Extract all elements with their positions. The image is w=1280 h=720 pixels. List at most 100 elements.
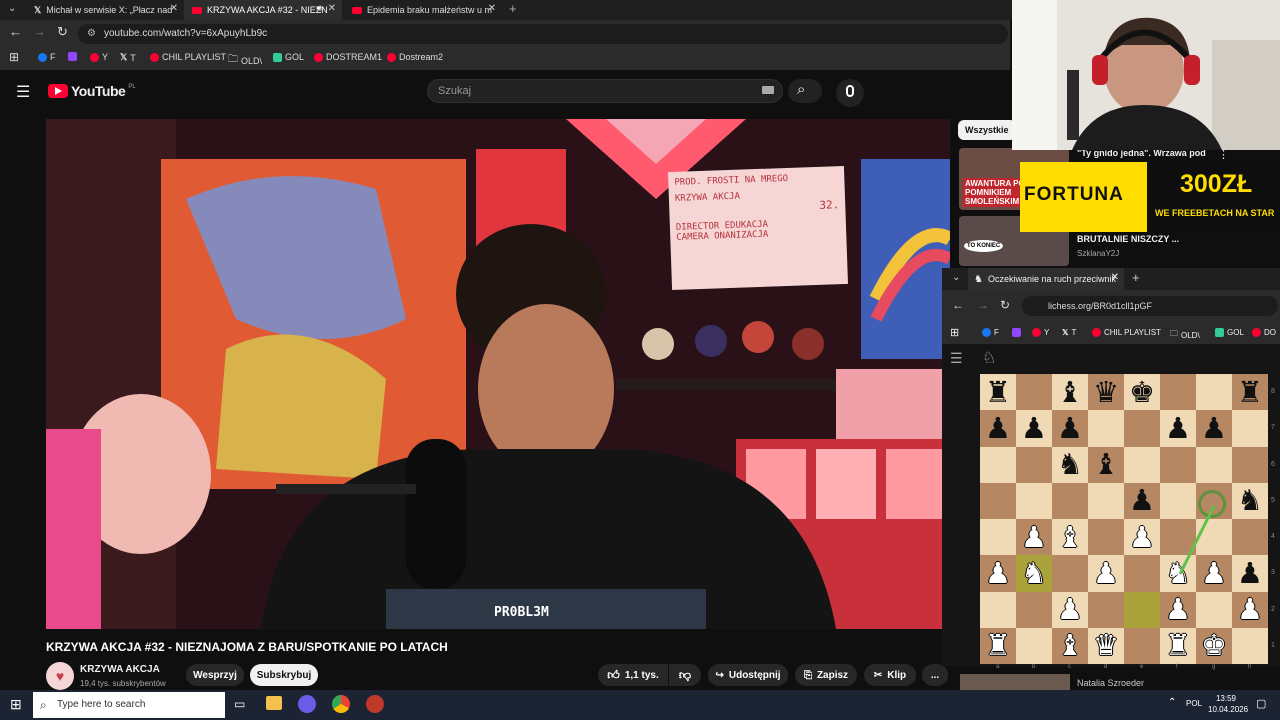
square-g1[interactable]: ♚ [1196,627,1232,664]
back-arrow-icon[interactable]: ← [9,24,22,39]
square-h3[interactable]: ♟ [1232,555,1268,592]
bookmark-dostream2[interactable]: Dostream2 [387,52,443,62]
square-e7[interactable] [1124,410,1160,447]
white-king-icon[interactable]: ♚ [1201,631,1227,660]
bookmark-twitch[interactable] [68,52,77,61]
square-d8[interactable]: ♛ [1088,374,1124,411]
bookmark-gol[interactable]: GOL [273,52,304,62]
square-c7[interactable]: ♟ [1052,410,1088,447]
white-pawn-icon[interactable]: ♟ [1057,595,1083,624]
square-h7[interactable] [1232,410,1268,447]
close-tab-icon[interactable]: ✕ [170,3,178,14]
fortuna-ad-banner[interactable]: FORTUNA 300ZŁ WE FREEBETACH NA STAR [1020,162,1280,232]
square-g7[interactable]: ♟ [1196,410,1232,447]
share-button[interactable]: ↪ Udostępnij [708,664,788,686]
close-tab-icon[interactable]: ✕ [328,3,336,14]
channel-name[interactable]: KRZYWA AKCJA [80,664,160,675]
white-pawn-icon[interactable]: ♟ [1237,595,1263,624]
square-d5[interactable] [1088,482,1124,519]
square-h4[interactable] [1232,519,1268,556]
square-b3[interactable]: ♞ [1016,555,1052,592]
support-button[interactable]: Wesprzyj [186,664,244,686]
file-explorer-icon[interactable] [266,696,282,710]
bookmark-do[interactable]: DO [1252,328,1276,337]
square-h1[interactable] [1232,627,1268,664]
forward-arrow-icon[interactable]: → [33,24,46,39]
apps-grid-icon[interactable]: ⊞ [9,50,19,64]
close-tab-icon[interactable]: ✕ [1111,272,1119,283]
square-d7[interactable] [1088,410,1124,447]
filter-chip-all[interactable]: Wszystkie [958,120,1016,140]
square-b2[interactable] [1016,591,1052,628]
square-e3[interactable] [1124,555,1160,592]
square-c5[interactable] [1052,482,1088,519]
bookmark-twitch[interactable] [1012,328,1021,337]
lichess-menu-icon[interactable]: ☰ [950,350,963,367]
back-arrow-icon[interactable]: ← [952,298,964,312]
popup-address-input[interactable]: lichess.org/BR0d1cll1pGF [1022,296,1278,316]
bookmark-chil-playlist[interactable]: CHIL PLAYLIST [1092,328,1161,337]
app-icon-2[interactable] [366,695,384,713]
video-player[interactable]: PROD. FROSTI NA MREGO KRZYWA AKCJA 32. D… [46,119,950,629]
square-b6[interactable] [1016,446,1052,483]
square-e8[interactable]: ♚ [1124,374,1160,411]
tab-list-chevron-icon[interactable]: ⌄ [8,3,16,14]
more-actions-button[interactable]: ... [922,664,948,686]
white-pawn-icon[interactable]: ♟ [1093,558,1119,588]
square-d2[interactable] [1088,591,1124,628]
white-pawn-icon[interactable]: ♟ [1165,595,1191,624]
white-knight-icon[interactable]: ♞ [1021,558,1047,588]
square-h5[interactable]: ♞ [1232,482,1268,519]
windows-start-icon[interactable]: ⊞ [10,696,22,713]
bookmark-folder-old[interactable]: 🗀 OLD\ [1170,328,1200,342]
square-g2[interactable] [1196,591,1232,628]
white-pawn-icon[interactable]: ♟ [985,558,1011,588]
black-pawn-icon[interactable]: ♟ [1057,413,1083,443]
reload-icon[interactable]: ↻ [1000,298,1010,312]
square-c8[interactable]: ♝ [1052,374,1088,411]
white-bishop-icon[interactable]: ♝ [1057,522,1083,552]
square-g6[interactable] [1196,446,1232,483]
square-a1[interactable]: ♜ [980,627,1016,664]
square-c4[interactable]: ♝ [1052,519,1088,556]
reload-icon[interactable]: ↻ [57,24,68,40]
notifications-icon[interactable]: ▢ [1256,697,1266,710]
bookmark-dostream1[interactable]: DOSTREAM1 [314,52,382,62]
bookmark-folder-old[interactable]: 🗀 OLD\ [228,52,262,69]
close-tab-icon[interactable]: ✕ [488,3,496,14]
taskbar-search-input[interactable]: ⌕ Type here to search [33,692,225,718]
square-b7[interactable]: ♟ [1016,410,1052,447]
black-pawn-icon[interactable]: ♟ [985,413,1011,443]
tab-list-chevron-icon[interactable]: ⌄ [952,272,960,283]
clock[interactable]: 13:59 10.04.2026 [1208,693,1248,715]
square-a6[interactable] [980,446,1016,483]
square-c6[interactable]: ♞ [1052,446,1088,483]
bottom-channel-name[interactable]: Natalia Szroeder [1077,678,1144,688]
black-bishop-icon[interactable]: ♝ [1093,450,1119,479]
search-input[interactable]: Szukaj [427,79,783,103]
bookmark-t[interactable]: 𝕏T [1062,328,1076,337]
square-a3[interactable]: ♟ [980,555,1016,592]
square-b8[interactable] [1016,374,1052,411]
bookmark-chil-playlist[interactable]: CHIL PLAYLIST [150,52,226,62]
like-button[interactable]: 👍︎ 1,1 tys. [598,664,668,686]
square-b5[interactable] [1016,482,1052,519]
square-a4[interactable] [980,519,1016,556]
black-rook-icon[interactable]: ♜ [1237,377,1263,407]
chrome-icon[interactable] [332,695,350,713]
square-a7[interactable]: ♟ [980,410,1016,447]
subscribe-button[interactable]: Subskrybuj [250,664,318,686]
white-queen-icon[interactable]: ♛ [1093,631,1119,660]
hamburger-menu-icon[interactable]: ☰ [16,82,30,102]
square-f2[interactable]: ♟ [1160,591,1196,628]
forward-arrow-icon[interactable]: → [977,298,989,312]
search-button[interactable]: ⌕ [788,79,822,103]
square-a5[interactable] [980,482,1016,519]
white-bishop-icon[interactable]: ♝ [1057,631,1083,660]
square-e4[interactable]: ♟ [1124,519,1160,556]
address-input[interactable]: ⚙ youtube.com/watch?v=6xApuyhLb9c [78,24,1008,44]
square-c1[interactable]: ♝ [1052,627,1088,664]
square-e2[interactable] [1124,591,1160,628]
white-pawn-icon[interactable]: ♟ [1021,522,1047,552]
square-a2[interactable] [980,591,1016,628]
